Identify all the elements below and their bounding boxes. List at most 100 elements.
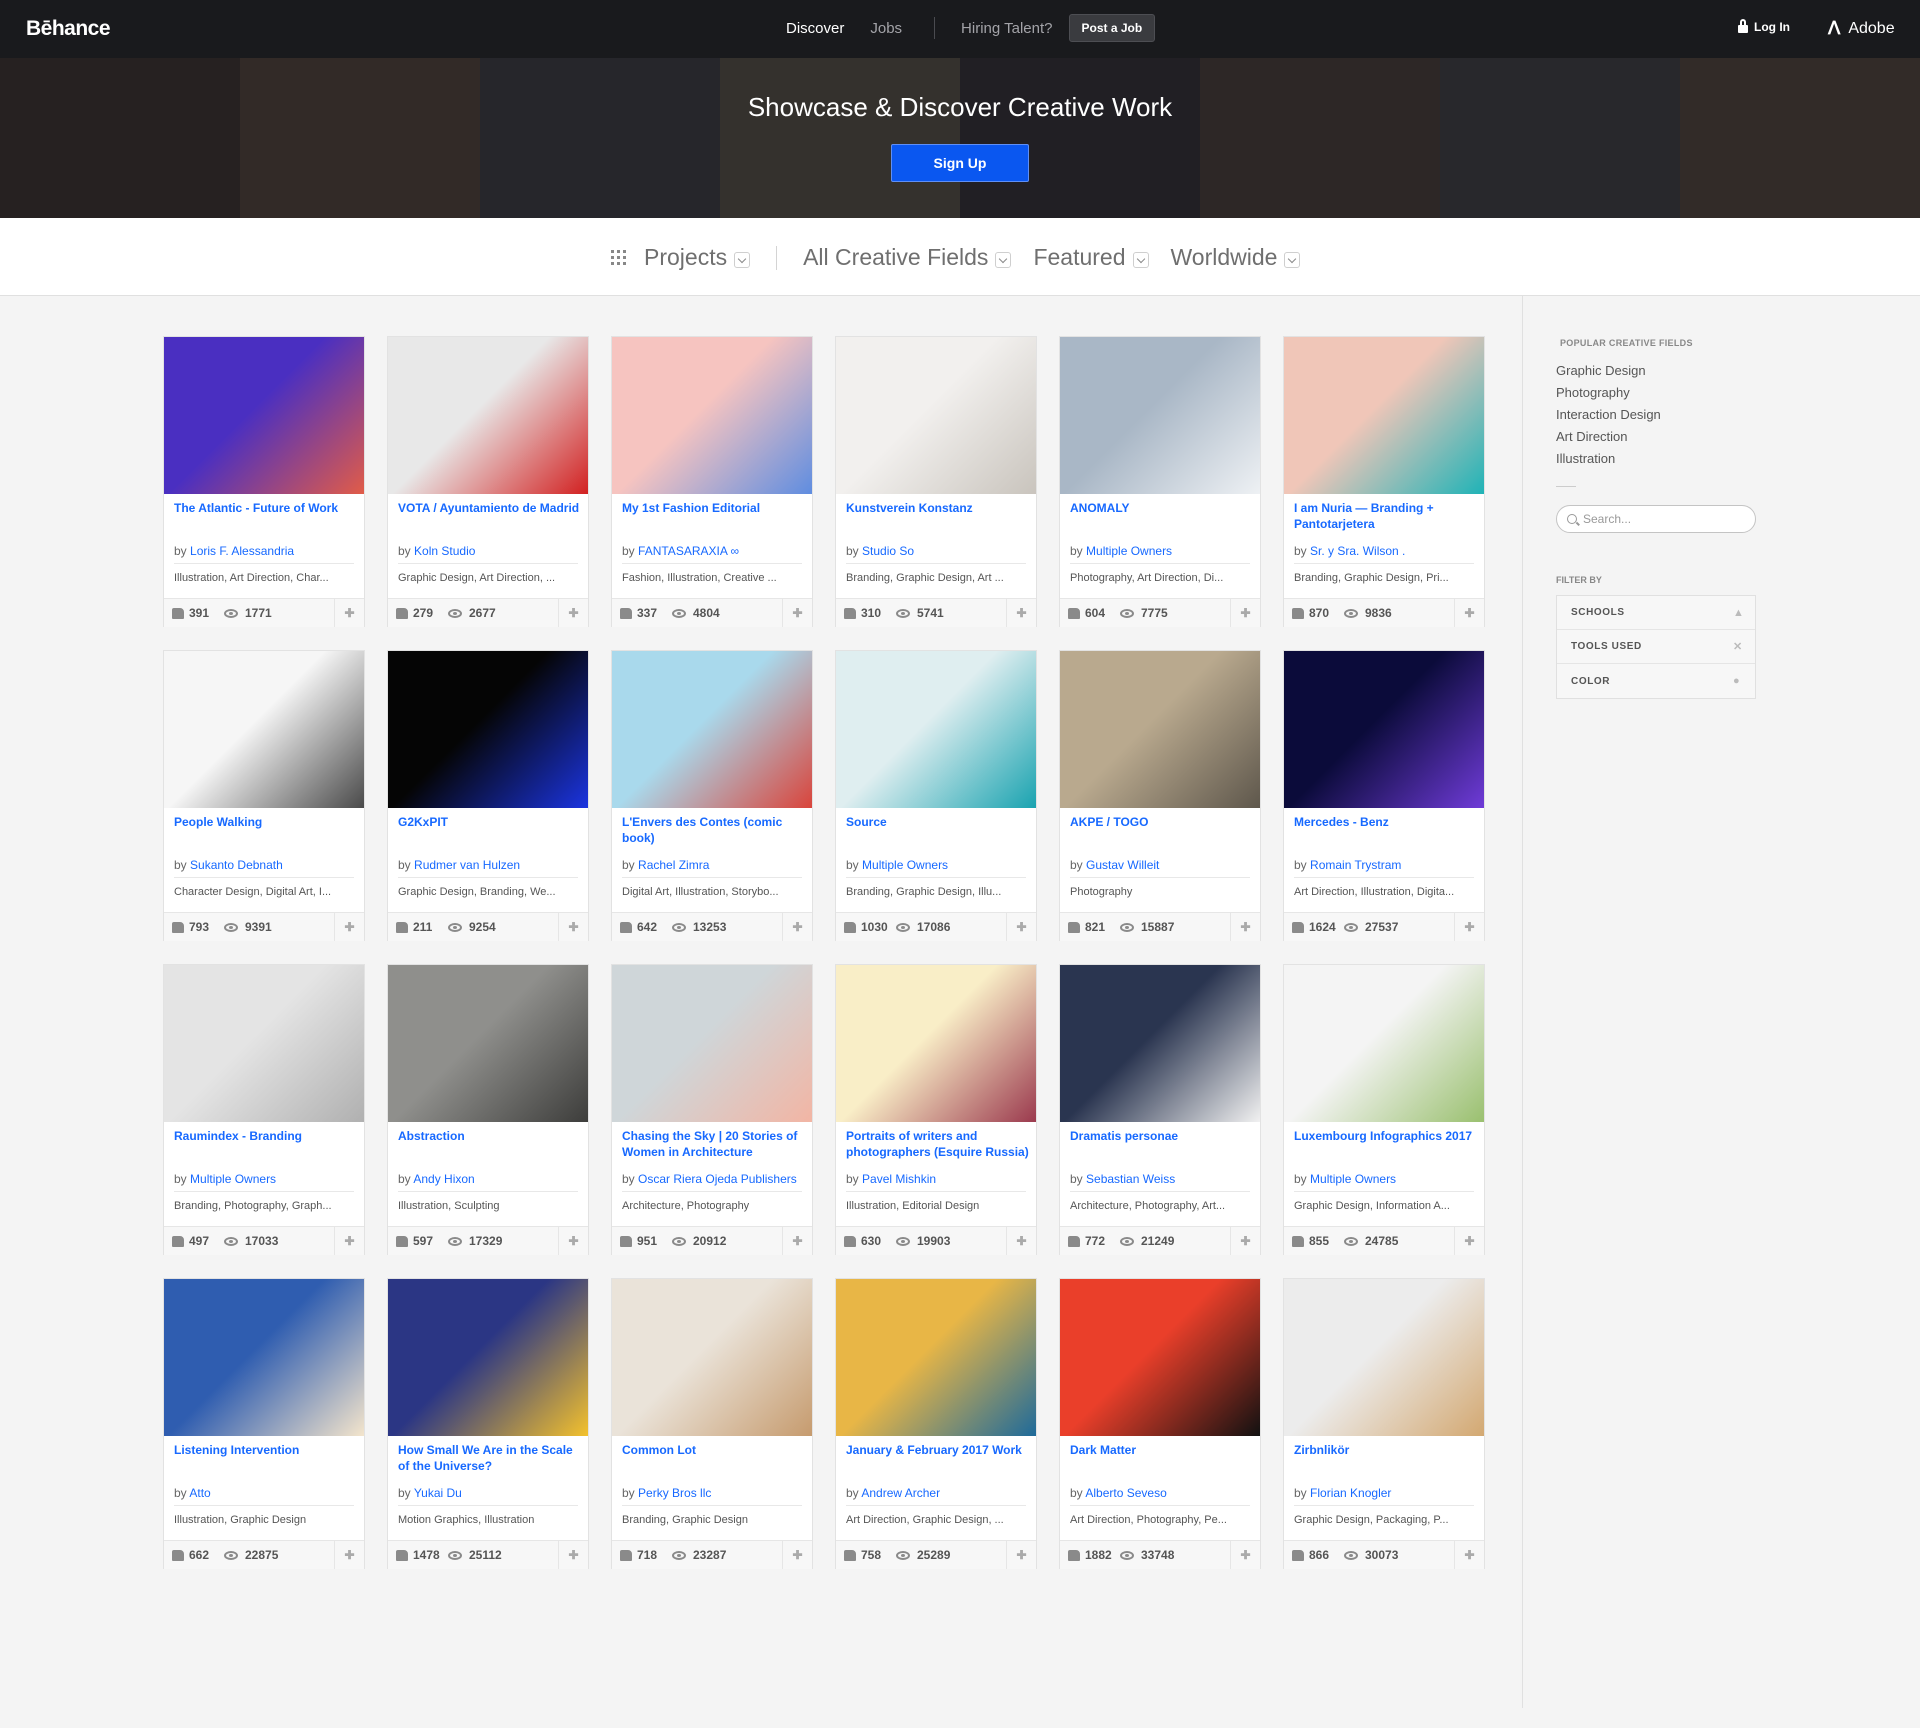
- project-title[interactable]: Common Lot: [622, 1442, 806, 1458]
- project-title[interactable]: VOTA / Ayuntamiento de Madrid: [398, 500, 582, 516]
- login-link[interactable]: Log In: [1738, 19, 1790, 34]
- project-title[interactable]: AKPE / TOGO: [1070, 814, 1254, 830]
- appreciate-pin-icon[interactable]: ✚: [334, 1227, 364, 1255]
- appreciate-pin-icon[interactable]: ✚: [1454, 599, 1484, 627]
- appreciate-pin-icon[interactable]: ✚: [1454, 1541, 1484, 1569]
- project-thumbnail[interactable]: [1060, 651, 1260, 808]
- appreciate-pin-icon[interactable]: ✚: [1454, 1227, 1484, 1255]
- location-dropdown[interactable]: Worldwide: [1171, 244, 1301, 271]
- owner-link[interactable]: Multiple Owners: [1310, 1172, 1396, 1186]
- project-card[interactable]: I am Nuria — Branding + Pantotarjetera by…: [1283, 336, 1485, 627]
- adobe-link[interactable]: ᐱ Adobe: [1828, 18, 1895, 39]
- owner-link[interactable]: Multiple Owners: [190, 1172, 276, 1186]
- project-card[interactable]: Mercedes - Benz by Romain Trystram Art Dir…: [1283, 650, 1485, 941]
- project-thumbnail[interactable]: [164, 965, 364, 1122]
- project-thumbnail[interactable]: [388, 337, 588, 494]
- owner-link[interactable]: Studio So: [862, 544, 914, 558]
- project-thumbnail[interactable]: [164, 337, 364, 494]
- project-title[interactable]: Dramatis personae: [1070, 1128, 1254, 1144]
- appreciate-pin-icon[interactable]: ✚: [782, 1541, 812, 1569]
- project-title[interactable]: January & February 2017 Work: [846, 1442, 1030, 1458]
- project-title[interactable]: Listening Intervention: [174, 1442, 358, 1458]
- project-title[interactable]: Abstraction: [398, 1128, 582, 1144]
- project-card[interactable]: My 1st Fashion Editorial by FANTASARAXIA …: [611, 336, 813, 627]
- project-card[interactable]: Portraits of writers and photographers (…: [835, 964, 1037, 1255]
- owner-link[interactable]: Rudmer van Hulzen: [414, 858, 520, 872]
- appreciate-pin-icon[interactable]: ✚: [1230, 913, 1260, 941]
- owner-link[interactable]: Loris F. Alessandria: [190, 544, 294, 558]
- project-thumbnail[interactable]: [1284, 965, 1484, 1122]
- project-card[interactable]: Chasing the Sky | 20 Stories of Women in…: [611, 964, 813, 1255]
- project-thumbnail[interactable]: [388, 1279, 588, 1436]
- appreciate-pin-icon[interactable]: ✚: [334, 599, 364, 627]
- project-card[interactable]: Luxembourg Infographics 2017 by Multiple …: [1283, 964, 1485, 1255]
- project-title[interactable]: Chasing the Sky | 20 Stories of Women in…: [622, 1128, 806, 1160]
- project-thumbnail[interactable]: [836, 1279, 1036, 1436]
- project-thumbnail[interactable]: [612, 337, 812, 494]
- appreciate-pin-icon[interactable]: ✚: [1454, 913, 1484, 941]
- project-thumbnail[interactable]: [612, 1279, 812, 1436]
- project-thumbnail[interactable]: [164, 1279, 364, 1436]
- appreciate-pin-icon[interactable]: ✚: [558, 599, 588, 627]
- project-title[interactable]: The Atlantic - Future of Work: [174, 500, 358, 516]
- popular-field-link[interactable]: Interaction Design: [1556, 404, 1762, 426]
- project-card[interactable]: Listening Intervention by Atto Illustratio…: [163, 1278, 365, 1569]
- owner-link[interactable]: Oscar Riera Ojeda Publishers: [638, 1172, 797, 1186]
- owner-link[interactable]: Perky Bros llc: [638, 1486, 711, 1500]
- project-thumbnail[interactable]: [612, 965, 812, 1122]
- project-title[interactable]: My 1st Fashion Editorial: [622, 500, 806, 516]
- owner-link[interactable]: Multiple Owners: [1086, 544, 1172, 558]
- project-title[interactable]: Portraits of writers and photographers (…: [846, 1128, 1030, 1160]
- project-card[interactable]: Dramatis personae by Sebastian Weiss Archi…: [1059, 964, 1261, 1255]
- owner-link[interactable]: Rachel Zimra: [638, 858, 709, 872]
- project-thumbnail[interactable]: [836, 965, 1036, 1122]
- owner-link[interactable]: Romain Trystram: [1310, 858, 1401, 872]
- project-title[interactable]: Source: [846, 814, 1030, 830]
- project-card[interactable]: January & February 2017 Work by Andrew Ar…: [835, 1278, 1037, 1569]
- project-thumbnail[interactable]: [1284, 337, 1484, 494]
- project-card[interactable]: The Atlantic - Future of Work by Loris F.…: [163, 336, 365, 627]
- owner-link[interactable]: Gustav Willeit: [1086, 858, 1159, 872]
- appreciate-pin-icon[interactable]: ✚: [558, 913, 588, 941]
- project-card[interactable]: Common Lot by Perky Bros llc Branding, Gra…: [611, 1278, 813, 1569]
- popular-field-link[interactable]: Photography: [1556, 382, 1762, 404]
- project-title[interactable]: How Small We Are in the Scale of the Uni…: [398, 1442, 582, 1474]
- project-title[interactable]: Raumindex - Branding: [174, 1128, 358, 1144]
- featured-dropdown[interactable]: Featured: [1033, 244, 1149, 271]
- project-thumbnail[interactable]: [1060, 1279, 1260, 1436]
- project-title[interactable]: People Walking: [174, 814, 358, 830]
- nav-jobs[interactable]: Jobs: [870, 20, 902, 37]
- appreciate-pin-icon[interactable]: ✚: [1006, 1227, 1036, 1255]
- popular-field-link[interactable]: Illustration: [1556, 448, 1762, 470]
- owner-link[interactable]: FANTASARAXIA ∞: [638, 544, 739, 558]
- project-card[interactable]: Zirbnlikör by Florian Knogler Graphic Desi…: [1283, 1278, 1485, 1569]
- project-thumbnail[interactable]: [1284, 651, 1484, 808]
- project-thumbnail[interactable]: [836, 337, 1036, 494]
- project-thumbnail[interactable]: [1060, 337, 1260, 494]
- behance-logo[interactable]: Bēhance: [26, 17, 111, 41]
- project-card[interactable]: G2KxPIT by Rudmer van Hulzen Graphic Desig…: [387, 650, 589, 941]
- project-card[interactable]: Source by Multiple Owners Branding, Graphi…: [835, 650, 1037, 941]
- filter-schools[interactable]: SCHOOLS ▲: [1557, 596, 1755, 630]
- appreciate-pin-icon[interactable]: ✚: [558, 1541, 588, 1569]
- project-title[interactable]: I am Nuria — Branding + Pantotarjetera: [1294, 500, 1478, 532]
- project-title[interactable]: L'Envers des Contes (comic book): [622, 814, 806, 846]
- project-card[interactable]: Raumindex - Branding by Multiple Owners Br…: [163, 964, 365, 1255]
- project-title[interactable]: Luxembourg Infographics 2017: [1294, 1128, 1478, 1144]
- owner-link[interactable]: Yukai Du: [414, 1486, 462, 1500]
- appreciate-pin-icon[interactable]: ✚: [782, 599, 812, 627]
- project-title[interactable]: Dark Matter: [1070, 1442, 1254, 1458]
- projects-dropdown[interactable]: Projects: [644, 244, 751, 271]
- appreciate-pin-icon[interactable]: ✚: [1006, 599, 1036, 627]
- popular-field-link[interactable]: Graphic Design: [1556, 360, 1762, 382]
- appreciate-pin-icon[interactable]: ✚: [782, 913, 812, 941]
- filter-tools-used[interactable]: TOOLS USED ✕: [1557, 630, 1755, 664]
- project-card[interactable]: Dark Matter by Alberto Seveso Art Directio…: [1059, 1278, 1261, 1569]
- project-card[interactable]: People Walking by Sukanto Debnath Characte…: [163, 650, 365, 941]
- project-title[interactable]: Zirbnlikör: [1294, 1442, 1478, 1458]
- project-card[interactable]: VOTA / Ayuntamiento de Madrid by Koln Stu…: [387, 336, 589, 627]
- nav-discover[interactable]: Discover: [786, 20, 844, 37]
- appreciate-pin-icon[interactable]: ✚: [1230, 1541, 1260, 1569]
- project-thumbnail[interactable]: [612, 651, 812, 808]
- owner-link[interactable]: Alberto Seveso: [1085, 1486, 1166, 1500]
